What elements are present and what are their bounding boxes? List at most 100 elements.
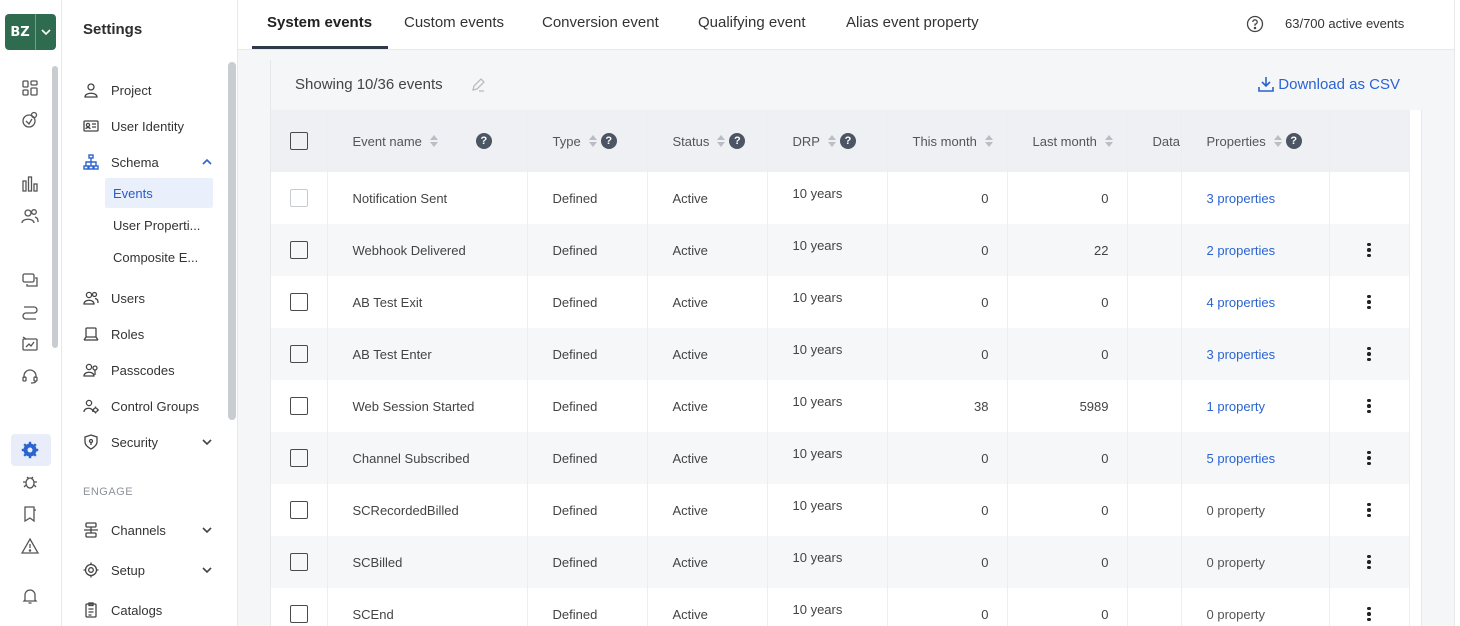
cell-type: Defined [527,432,648,484]
sidebar-scrollbar[interactable] [228,62,236,420]
more-actions-icon[interactable] [1330,606,1409,622]
tab-alias-event-property[interactable]: Alias event property [846,14,979,31]
sort-icon [429,135,438,147]
row-checkbox[interactable] [290,449,308,467]
more-actions-icon[interactable] [1330,242,1409,258]
analytics-icon[interactable] [19,173,41,195]
journeys-icon[interactable] [19,301,41,323]
roles-icon [81,324,101,344]
table-row[interactable]: AB Test Enter Defined Active 10 years 0 0 3 pr… [271,328,1410,380]
page-scrollbar-track[interactable] [1454,0,1460,626]
sidebar-item-label: Roles [111,326,145,342]
more-actions-icon[interactable] [1330,294,1409,310]
row-checkbox[interactable] [290,241,308,259]
settings-gear-icon[interactable] [19,439,41,461]
sidebar-item-label: User Identity [111,118,184,134]
cell-status: Active [647,172,768,224]
sort-icon [984,135,993,147]
bookmark-icon[interactable] [19,503,41,525]
cell-properties-link[interactable]: 4 properties [1181,276,1330,328]
sidebar-item-channels[interactable]: Channels [81,518,213,542]
sidebar-sub-events[interactable]: Events [105,178,213,208]
more-actions-icon[interactable] [1330,450,1409,466]
pencil-icon[interactable] [470,77,486,93]
row-checkbox[interactable] [290,501,308,519]
sidebar-item-passcodes[interactable]: Passcodes [81,358,213,382]
dashboard-icon[interactable] [19,77,41,99]
segment-icon[interactable] [19,109,41,131]
header-properties[interactable]: Properties? [1207,133,1329,149]
row-checkbox[interactable] [290,397,308,415]
more-actions-icon[interactable] [1330,346,1409,362]
messages-icon[interactable] [19,269,41,291]
header-type[interactable]: Type? [553,133,647,149]
info-icon[interactable]: ? [729,133,746,149]
table-row[interactable]: Channel Subscribed Defined Active 10 years 0… [271,432,1410,484]
sidebar-item-catalogs[interactable]: Catalogs [81,598,213,622]
more-actions-icon[interactable] [1330,554,1409,570]
sidebar-item-setup[interactable]: Setup [81,558,213,582]
info-icon[interactable]: ? [600,133,617,149]
cell-properties-link[interactable]: 5 properties [1181,432,1330,484]
tab-qualifying-event[interactable]: Qualifying event [698,14,806,31]
tab-conversion-event[interactable]: Conversion event [542,14,659,31]
campaign-icon[interactable] [19,333,41,355]
cell-status: Active [647,328,768,380]
download-csv-button[interactable]: Download as CSV [1257,75,1400,93]
table-row[interactable]: SCRecordedBilled Defined Active 10 years 0 0 0… [271,484,1410,536]
warning-icon[interactable] [19,535,41,557]
cell-data [1127,276,1182,328]
table-row[interactable]: SCEnd Defined Active 10 years 0 0 0 property [271,588,1410,626]
workspace-switcher[interactable]: BZ [5,14,56,50]
sidebar-item-user-identity[interactable]: User Identity [81,114,213,138]
more-actions-icon[interactable] [1330,502,1409,518]
sidebar-item-security[interactable]: Security [81,430,213,454]
cell-properties-link[interactable]: 2 properties [1181,224,1330,276]
row-checkbox[interactable] [290,345,308,363]
sidebar-item-roles[interactable]: Roles [81,322,213,346]
table-row[interactable]: Web Session Started Defined Active 10 years… [271,380,1410,432]
cell-status: Active [647,536,768,588]
people-icon[interactable] [19,205,41,227]
cell-properties-link[interactable]: 3 properties [1181,172,1330,224]
cell-drp: 10 years [767,328,888,380]
cell-this-month: 0 [887,172,1008,224]
header-data[interactable]: Data [1153,134,1181,149]
info-icon[interactable]: ? [475,133,492,149]
sidebar-sub-user-properties[interactable]: User Properti... [105,210,213,240]
sidebar-item-schema[interactable]: Schema [81,150,213,174]
tab-system-events[interactable]: System events [267,14,372,31]
cell-type: Defined [527,484,648,536]
info-icon[interactable]: ? [1285,133,1302,149]
bug-icon[interactable] [19,471,41,493]
header-this-month[interactable]: This month [913,134,1007,149]
sidebar-item-control-groups[interactable]: Control Groups [81,394,213,418]
header-last-month[interactable]: Last month [1033,134,1127,149]
table-row[interactable]: AB Test Exit Defined Active 10 years 0 0 4 pro… [271,276,1410,328]
sidebar-item-users[interactable]: Users [81,286,213,310]
row-checkbox[interactable] [290,605,308,623]
support-icon[interactable] [19,365,41,387]
header-drp[interactable]: DRP? [793,133,887,149]
help-icon[interactable] [1246,15,1264,33]
row-checkbox[interactable] [290,293,308,311]
table-row[interactable]: Webhook Delivered Defined Active 10 years 0 2… [271,224,1410,276]
info-icon[interactable]: ? [839,133,856,149]
header-status[interactable]: Status? [673,133,767,149]
sidebar-item-project[interactable]: Project [81,78,213,102]
cell-properties-link[interactable]: 1 property [1181,380,1330,432]
tab-custom-events[interactable]: Custom events [404,14,504,31]
active-tab-indicator [252,46,388,49]
table-row[interactable]: SCBilled Defined Active 10 years 0 0 0 propert… [271,536,1410,588]
bell-icon[interactable] [19,585,41,607]
row-checkbox[interactable] [290,553,308,571]
events-toolbar: Showing 10/36 events Download as CSV [271,60,1423,110]
select-all-checkbox[interactable] [290,132,308,150]
table-row[interactable]: Notification Sent Defined Active 10 years 0 0… [271,172,1410,224]
rail-scrollbar[interactable] [52,66,58,348]
chevron-up-icon [201,156,213,168]
cell-properties-link[interactable]: 3 properties [1181,328,1330,380]
sidebar-sub-composite-events[interactable]: Composite E... [105,242,213,272]
header-event-name[interactable]: Event name? [353,133,527,149]
more-actions-icon[interactable] [1330,398,1409,414]
